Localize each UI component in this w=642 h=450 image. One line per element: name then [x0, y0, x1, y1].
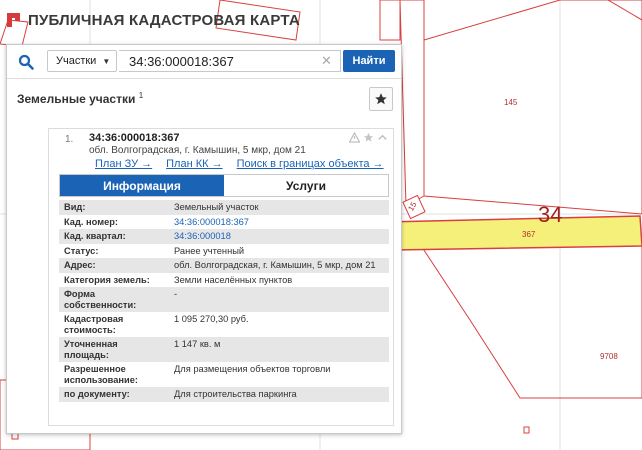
info-table: Вид: Земельный участок Кад. номер: 34:36:00… — [59, 200, 389, 402]
result-index: 1. — [65, 134, 74, 145]
search-bar: Участки ▼ ✕ Найти — [7, 45, 401, 79]
info-value: Для размещения объектов торговли — [169, 362, 389, 387]
info-key: по документу: — [59, 387, 169, 402]
info-key: Разрешенное использование: — [59, 362, 169, 387]
info-key: Категория земель: — [59, 272, 169, 287]
card-actions — [349, 132, 388, 143]
search-type-label: Участки — [56, 55, 97, 67]
result-tabs: Информация Услуги — [59, 174, 389, 197]
plan-kk-link[interactable]: План КК → — [166, 158, 222, 170]
result-card: 1. 34:36:000018:367 обл. Волгоградская, … — [48, 128, 394, 426]
info-value: Земли населённых пунктов — [169, 272, 389, 287]
chevron-down-icon: ▼ — [102, 56, 111, 66]
info-key: Адрес: — [59, 258, 169, 273]
info-key: Вид: — [59, 200, 169, 215]
search-type-select[interactable]: Участки ▼ — [47, 50, 117, 72]
info-value: 1 147 кв. м — [169, 337, 389, 362]
logo-icon — [7, 13, 20, 27]
clear-icon[interactable]: ✕ — [321, 53, 332, 69]
info-row: Категория земель: Земли населённых пункто… — [59, 272, 389, 287]
info-key: Кад. квартал: — [59, 229, 169, 244]
info-key: Уточненная площадь: — [59, 337, 169, 362]
parcel-label-145: 145 — [504, 98, 518, 107]
info-row: Вид: Земельный участок — [59, 200, 389, 215]
favorites-button[interactable] — [369, 87, 393, 111]
star-icon — [375, 93, 387, 105]
block-label: 34 — [538, 202, 563, 227]
app-title: ПУБЛИЧНАЯ КАДАСТРОВАЯ КАРТА — [28, 11, 300, 29]
search-input[interactable] — [119, 50, 341, 72]
info-row: Статус: Ранее учтенный — [59, 243, 389, 258]
search-bounds-link[interactable]: Поиск в границах объекта → — [237, 158, 384, 170]
section-title-text: Земельные участки — [17, 92, 136, 106]
info-row: по документу: Для строительства паркинга — [59, 387, 389, 402]
info-row: Уточненная площадь: 1 147 кв. м — [59, 337, 389, 362]
section-count: 1 — [138, 91, 144, 100]
info-row: Адрес: обл. Волгоградская, г. Камышин, 5 … — [59, 258, 389, 273]
search-icon[interactable] — [15, 51, 37, 73]
plan-zu-link[interactable]: План ЗУ → — [95, 158, 152, 170]
info-row: Форма собственности: - — [59, 287, 389, 312]
info-value: обл. Волгоградская, г. Камышин, 5 мкр, д… — [169, 258, 389, 273]
info-row: Кад. квартал: 34:36:000018 — [59, 229, 389, 244]
info-value-link[interactable]: 34:36:000018:367 — [174, 217, 249, 227]
tab-info[interactable]: Информация — [60, 175, 224, 196]
result-address: обл. Волгоградская, г. Камышин, 5 мкр, д… — [89, 145, 306, 156]
star-icon[interactable] — [363, 132, 374, 143]
parcel-label-367: 367 — [522, 230, 536, 239]
info-key: Кадастровая стоимость: — [59, 312, 169, 337]
info-key: Кад. номер: — [59, 214, 169, 229]
chevron-up-icon[interactable] — [377, 132, 388, 143]
info-row: Разрешенное использование: Для размещения… — [59, 362, 389, 387]
info-value: - — [169, 287, 389, 312]
warning-icon[interactable] — [349, 132, 360, 143]
info-row: Кад. номер: 34:36:000018:367 — [59, 214, 389, 229]
info-value: Земельный участок — [169, 200, 389, 215]
info-value: 34:36:000018:367 — [169, 214, 389, 229]
parcel-label-9708: 9708 — [600, 352, 618, 361]
info-key: Форма собственности: — [59, 287, 169, 312]
section-title: Земельные участки 1 — [17, 91, 143, 106]
result-cad-number[interactable]: 34:36:000018:367 — [89, 132, 180, 144]
find-button[interactable]: Найти — [343, 50, 395, 72]
info-value: 34:36:000018 — [169, 229, 389, 244]
info-row: Кадастровая стоимость: 1 095 270,30 руб. — [59, 312, 389, 337]
info-value-link[interactable]: 34:36:000018 — [174, 231, 231, 241]
selected-parcel — [385, 215, 642, 251]
info-value: 1 095 270,30 руб. — [169, 312, 389, 337]
info-key: Статус: — [59, 243, 169, 258]
tab-services[interactable]: Услуги — [224, 175, 388, 196]
info-value: Ранее учтенный — [169, 243, 389, 258]
app-header: ПУБЛИЧНАЯ КАДАСТРОВАЯ КАРТА — [6, 6, 300, 34]
info-value: Для строительства паркинга — [169, 387, 389, 402]
card-links: План ЗУ → План КК → Поиск в границах объ… — [95, 158, 384, 170]
